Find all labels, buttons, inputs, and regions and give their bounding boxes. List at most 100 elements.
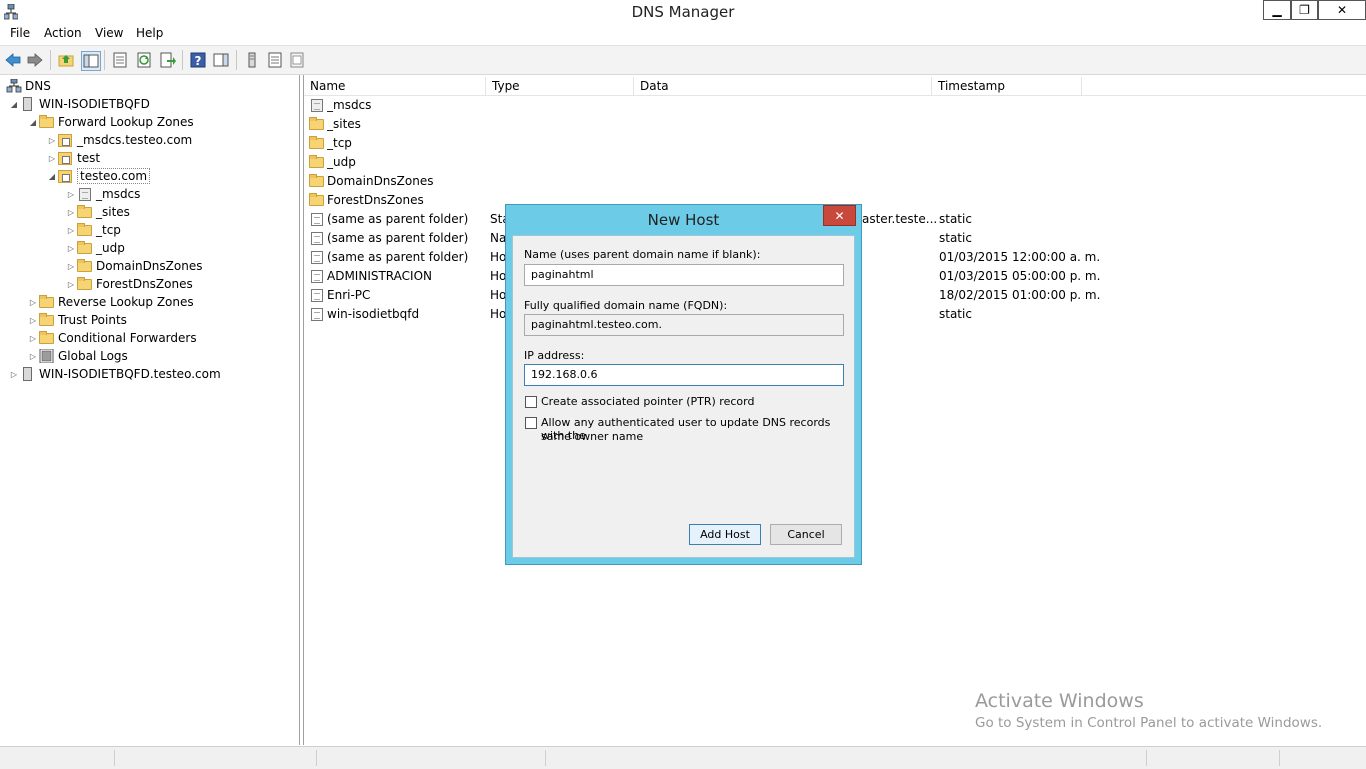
help-icon[interactable]: ? [189,51,207,69]
tree-node-testeo-zone[interactable]: ◢ testeo.com [46,167,151,185]
tree-node-domaindnszones[interactable]: ▷ DomainDnsZones [65,257,202,275]
back-arrow-icon[interactable] [4,51,22,69]
column-header-timestamp[interactable]: Timestamp [932,77,1082,95]
tree-node-global-logs[interactable]: ▷ Global Logs [27,347,128,365]
record-icon [309,288,325,302]
collapsed-arrow-icon[interactable]: ▷ [65,208,77,217]
dialog-close-button[interactable]: ✕ [823,205,856,226]
properties-icon[interactable] [111,51,129,69]
tree-node-trust-points[interactable]: ▷ Trust Points [27,311,127,329]
column-header-name[interactable]: Name [304,77,486,95]
menu-file[interactable]: File [10,26,30,40]
tree-node-forestdnszones[interactable]: ▷ ForestDnsZones [65,275,193,293]
tree-label: Reverse Lookup Zones [58,295,194,309]
record-name: _udp [327,155,356,169]
column-header-data[interactable]: Data [634,77,932,95]
cancel-button[interactable]: Cancel [770,524,842,545]
collapsed-arrow-icon[interactable]: ▷ [27,316,39,325]
tree-node-server-fqdn[interactable]: ▷ WIN-ISODIETBQFD.testeo.com [8,365,221,383]
show-hide-tree-icon[interactable] [81,51,101,71]
record-name: (same as parent folder) [327,250,469,264]
collapsed-arrow-icon[interactable]: ▷ [65,244,77,253]
authenticated-update-label-line2: same owner name [541,430,644,443]
tree-node-test-zone[interactable]: ▷ test [46,149,100,167]
ip-address-input[interactable]: 192.168.0.6 [524,364,844,386]
tree-node-msdcs[interactable]: ▷ _msdcs [65,185,140,203]
list-icon[interactable] [266,51,284,69]
tree-node-sites[interactable]: ▷ _sites [65,203,130,221]
list-item[interactable]: _msdcs [304,96,1366,115]
maximize-button[interactable]: ❐ [1291,0,1318,20]
window-title: DNS Manager [631,3,735,21]
tree-label: DNS [25,79,51,93]
tree-label: WIN-ISODIETBQFD.testeo.com [39,367,221,381]
close-button[interactable]: ✕ [1318,0,1366,20]
record-name: ForestDnsZones [327,193,424,207]
record-icon [309,212,325,226]
toolbar: ? [0,45,1366,75]
server-icon [20,97,36,111]
svg-text:?: ? [195,54,202,68]
folder-icon [77,259,93,273]
tree-label: _tcp [96,223,121,237]
folder-icon [77,205,93,219]
zone-icon [58,169,74,183]
tree-node-forward-lookup-zones[interactable]: ◢ Forward Lookup Zones [27,113,194,131]
expanded-arrow-icon[interactable]: ◢ [46,172,58,181]
ptr-record-checkbox[interactable] [525,396,537,408]
record-icon[interactable] [288,51,306,69]
server-icon[interactable] [243,51,261,69]
record-name: (same as parent folder) [327,212,469,226]
tree-node-dns-root[interactable]: DNS [6,77,51,95]
record-timestamp: static [939,212,972,226]
folder-icon [39,313,55,327]
list-item[interactable]: _udp [304,153,1366,172]
export-list-icon[interactable] [159,51,177,69]
minimize-button[interactable]: ▁ [1263,0,1291,20]
tree-node-server[interactable]: ◢ WIN-ISODIETBQFD [8,95,150,113]
folder-icon [309,136,325,150]
collapsed-arrow-icon[interactable]: ▷ [65,262,77,271]
expanded-arrow-icon[interactable]: ◢ [8,100,20,109]
collapsed-arrow-icon[interactable]: ▷ [65,226,77,235]
record-icon [309,269,325,283]
record-timestamp: static [939,307,972,321]
tree-label: _msdcs [96,187,141,201]
tree-node-conditional-forwarders[interactable]: ▷ Conditional Forwarders [27,329,197,347]
refresh-icon[interactable] [135,51,153,69]
tree-label: DomainDnsZones [96,259,203,273]
tree-node-msdcs-zone[interactable]: ▷ _msdcs.testeo.com [46,131,192,149]
tree-label: Global Logs [58,349,128,363]
menu-action[interactable]: Action [44,26,82,40]
collapsed-arrow-icon[interactable]: ▷ [46,136,58,145]
fqdn-field: paginahtml.testeo.com. [524,314,844,336]
tree-node-tcp[interactable]: ▷ _tcp [65,221,121,239]
list-item[interactable]: DomainDnsZones [304,172,1366,191]
up-folder-icon[interactable] [57,51,75,69]
collapsed-arrow-icon[interactable]: ▷ [65,190,77,199]
tree-label: Conditional Forwarders [58,331,197,345]
collapsed-arrow-icon[interactable]: ▷ [46,154,58,163]
menu-view[interactable]: View [95,26,123,40]
action-pane-icon[interactable] [212,51,230,69]
expanded-arrow-icon[interactable]: ◢ [27,118,39,127]
add-host-button[interactable]: Add Host [689,524,761,545]
list-item[interactable]: _tcp [304,134,1366,153]
collapsed-arrow-icon[interactable]: ▷ [8,370,20,379]
forward-arrow-icon[interactable] [26,51,44,69]
record-timestamp: static [939,231,972,245]
ip-address-label: IP address: [524,349,585,362]
list-item[interactable]: _sites [304,115,1366,134]
menu-help[interactable]: Help [136,26,163,40]
collapsed-arrow-icon[interactable]: ▷ [27,298,39,307]
collapsed-arrow-icon[interactable]: ▷ [27,352,39,361]
tree-node-udp[interactable]: ▷ _udp [65,239,125,257]
host-name-input[interactable]: paginahtml [524,264,844,286]
collapsed-arrow-icon[interactable]: ▷ [65,280,77,289]
tree-node-reverse-lookup-zones[interactable]: ▷ Reverse Lookup Zones [27,293,194,311]
folder-icon [39,295,55,309]
collapsed-arrow-icon[interactable]: ▷ [27,334,39,343]
record-name: _msdcs [327,98,372,112]
column-header-type[interactable]: Type [486,77,634,95]
authenticated-update-checkbox[interactable] [525,417,537,429]
